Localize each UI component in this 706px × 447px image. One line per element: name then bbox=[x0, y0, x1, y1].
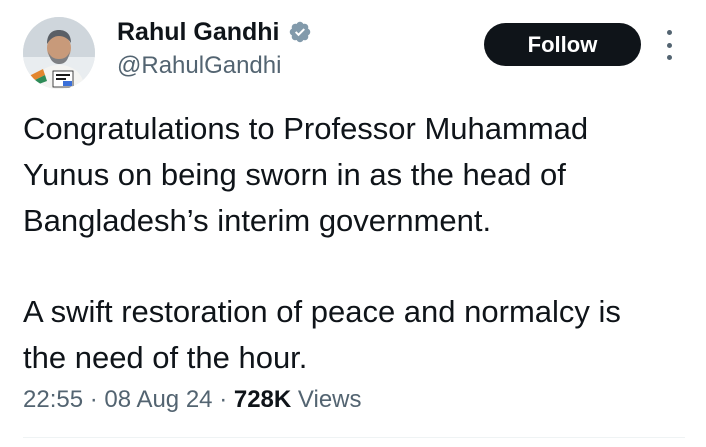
follow-button[interactable]: Follow bbox=[484, 23, 641, 66]
more-vertical-icon[interactable] bbox=[662, 30, 676, 60]
more-dot bbox=[666, 42, 672, 48]
views-count: 728K bbox=[233, 386, 292, 413]
views-label: Views bbox=[297, 386, 362, 413]
meta-separator: · bbox=[219, 386, 228, 413]
more-dot bbox=[666, 30, 672, 35]
tweet-meta: 22:55 · 08 Aug 24 · 728K Views bbox=[23, 384, 362, 416]
author-handle[interactable]: @RahulGandhi bbox=[117, 50, 281, 82]
author-display-name[interactable]: Rahul Gandhi bbox=[117, 16, 280, 48]
tweet-time[interactable]: 22:55 bbox=[23, 386, 83, 413]
tweet-paragraph-1: Congratulations to Professor Muhammad Yu… bbox=[23, 111, 589, 238]
tweet-paragraph-2: A swift restoration of peace and normalc… bbox=[23, 294, 621, 375]
tweet-text: Congratulations to Professor Muhammad Yu… bbox=[23, 106, 693, 381]
more-dot bbox=[666, 55, 672, 60]
verified-badge-icon bbox=[288, 20, 312, 44]
author-name-row: Rahul Gandhi bbox=[117, 16, 312, 48]
tweet-card: Rahul Gandhi @RahulGandhi Follow Congrat… bbox=[0, 0, 706, 447]
meta-separator: · bbox=[89, 386, 98, 413]
avatar[interactable] bbox=[23, 17, 95, 89]
divider bbox=[23, 437, 685, 438]
avatar-image bbox=[23, 17, 95, 89]
tweet-date[interactable]: 08 Aug 24 bbox=[104, 386, 212, 413]
